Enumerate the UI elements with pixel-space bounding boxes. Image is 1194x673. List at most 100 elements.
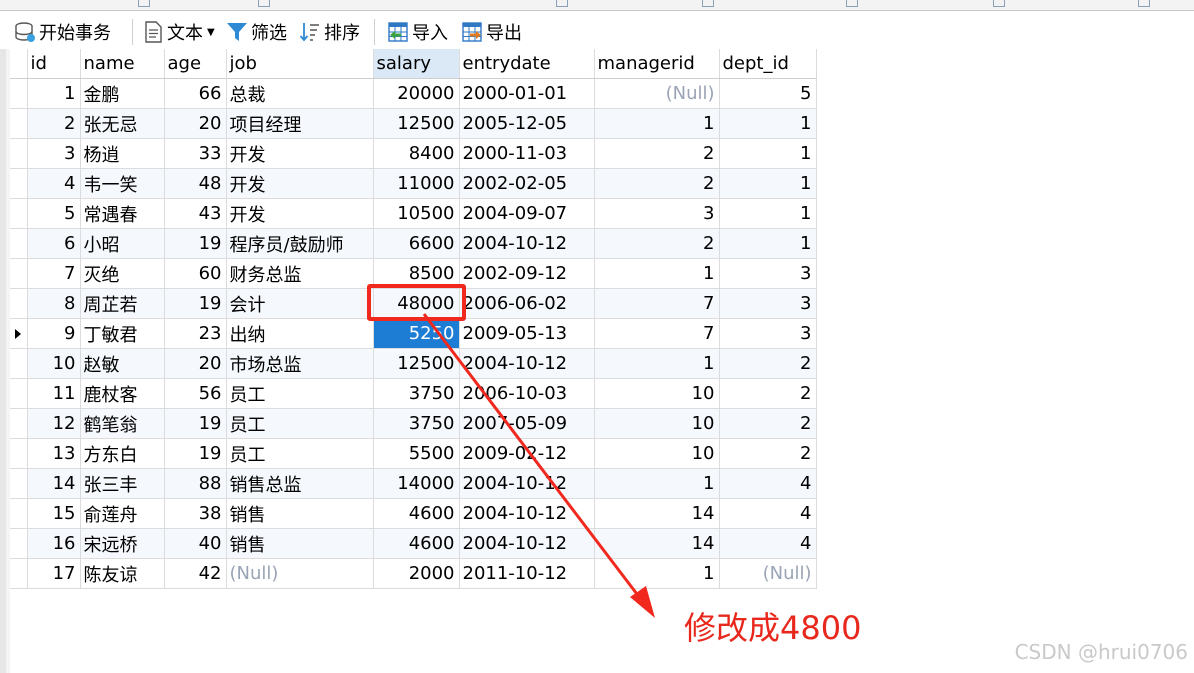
cell-age[interactable]: 66 <box>164 78 227 109</box>
table-row[interactable]: 4 韦一笑 48 开发 11000 2002-02-05 2 1 <box>10 168 817 199</box>
cell-entrydate[interactable]: 2000-11-03 <box>459 138 595 169</box>
column-header-salary[interactable]: salary <box>373 49 460 79</box>
cell-entrydate[interactable]: 2005-12-05 <box>459 108 595 139</box>
cell-age[interactable]: 19 <box>164 438 227 469</box>
cell-job[interactable]: 销售 <box>226 498 374 529</box>
cell-id[interactable]: 16 <box>27 528 81 559</box>
cell-salary[interactable]: 8400 <box>373 138 460 169</box>
cell-id[interactable]: 9 <box>27 318 81 349</box>
cell-entrydate[interactable]: 2000-01-01 <box>459 78 595 109</box>
cell-job[interactable]: 销售总监 <box>226 468 374 499</box>
cell-job[interactable]: 会计 <box>226 288 374 319</box>
cell-managerid[interactable]: 1 <box>594 348 720 379</box>
cell-salary[interactable]: 12500 <box>373 108 460 139</box>
cell-id[interactable]: 10 <box>27 348 81 379</box>
cell-salary[interactable]: 5250 <box>373 318 460 349</box>
cell-age[interactable]: 19 <box>164 228 227 259</box>
cell-id[interactable]: 8 <box>27 288 81 319</box>
row-indicator[interactable] <box>10 468 28 499</box>
row-indicator[interactable] <box>10 198 28 229</box>
cell-age[interactable]: 40 <box>164 528 227 559</box>
cell-id[interactable]: 14 <box>27 468 81 499</box>
cell-age[interactable]: 19 <box>164 408 227 439</box>
table-row[interactable]: 15 俞莲舟 38 销售 4600 2004-10-12 14 4 <box>10 498 817 529</box>
cell-id[interactable]: 1 <box>27 78 81 109</box>
row-indicator[interactable] <box>10 438 28 469</box>
cell-entrydate[interactable]: 2009-05-13 <box>459 318 595 349</box>
cell-salary[interactable]: 2000 <box>373 558 460 589</box>
export-button[interactable]: 导出 <box>461 19 522 45</box>
cell-id[interactable]: 2 <box>27 108 81 139</box>
cell-id[interactable]: 13 <box>27 438 81 469</box>
cell-entrydate[interactable]: 2011-10-12 <box>459 558 595 589</box>
cell-managerid[interactable]: 10 <box>594 438 720 469</box>
cell-dept-id[interactable]: 4 <box>719 468 817 499</box>
cell-dept-id[interactable]: 2 <box>719 378 817 409</box>
cell-salary[interactable]: 10500 <box>373 198 460 229</box>
table-row[interactable]: 17 陈友谅 42 (Null) 2000 2011-10-12 1 (Null) <box>10 558 817 589</box>
cell-name[interactable]: 俞莲舟 <box>80 498 165 529</box>
cell-salary[interactable]: 11000 <box>373 168 460 199</box>
cell-dept-id[interactable]: 4 <box>719 528 817 559</box>
cell-managerid[interactable]: 1 <box>594 258 720 289</box>
cell-job[interactable]: 程序员/鼓励师 <box>226 228 374 259</box>
table-row[interactable]: 16 宋远桥 40 销售 4600 2004-10-12 14 4 <box>10 528 817 559</box>
cell-managerid[interactable]: 7 <box>594 318 720 349</box>
cell-job[interactable]: 项目经理 <box>226 108 374 139</box>
cell-name[interactable]: 灭绝 <box>80 258 165 289</box>
cell-job[interactable]: 员工 <box>226 378 374 409</box>
cell-job[interactable]: 开发 <box>226 138 374 169</box>
cell-entrydate[interactable]: 2002-02-05 <box>459 168 595 199</box>
cell-age[interactable]: 20 <box>164 348 227 379</box>
column-header-entrydate[interactable]: entrydate <box>459 49 595 79</box>
cell-entrydate[interactable]: 2004-10-12 <box>459 528 595 559</box>
cell-dept-id[interactable]: (Null) <box>719 558 817 589</box>
cell-name[interactable]: 金鹏 <box>80 78 165 109</box>
cell-salary[interactable]: 4600 <box>373 498 460 529</box>
cell-name[interactable]: 张三丰 <box>80 468 165 499</box>
cell-id[interactable]: 11 <box>27 378 81 409</box>
row-indicator[interactable] <box>10 408 28 439</box>
cell-dept-id[interactable]: 4 <box>719 498 817 529</box>
cell-name[interactable]: 韦一笑 <box>80 168 165 199</box>
cell-job[interactable]: 员工 <box>226 408 374 439</box>
cell-managerid[interactable]: 7 <box>594 288 720 319</box>
cell-salary[interactable]: 5500 <box>373 438 460 469</box>
cell-dept-id[interactable]: 2 <box>719 438 817 469</box>
cell-name[interactable]: 杨逍 <box>80 138 165 169</box>
cell-name[interactable]: 鹿杖客 <box>80 378 165 409</box>
cell-managerid[interactable]: 2 <box>594 168 720 199</box>
cell-age[interactable]: 88 <box>164 468 227 499</box>
cell-entrydate[interactable]: 2009-02-12 <box>459 438 595 469</box>
cell-age[interactable]: 33 <box>164 138 227 169</box>
row-indicator[interactable] <box>10 138 28 169</box>
cell-age[interactable]: 42 <box>164 558 227 589</box>
cell-age[interactable]: 38 <box>164 498 227 529</box>
cell-managerid[interactable]: 14 <box>594 498 720 529</box>
cell-age[interactable]: 60 <box>164 258 227 289</box>
cell-dept-id[interactable]: 3 <box>719 288 817 319</box>
cell-id[interactable]: 12 <box>27 408 81 439</box>
cell-id[interactable]: 3 <box>27 138 81 169</box>
cell-job[interactable]: 开发 <box>226 168 374 199</box>
cell-entrydate[interactable]: 2006-10-03 <box>459 378 595 409</box>
cell-managerid[interactable]: 1 <box>594 558 720 589</box>
row-indicator[interactable] <box>10 498 28 529</box>
cell-job[interactable]: (Null) <box>226 558 374 589</box>
row-indicator[interactable] <box>10 108 28 139</box>
row-indicator[interactable] <box>10 288 28 319</box>
cell-dept-id[interactable]: 3 <box>719 258 817 289</box>
cell-job[interactable]: 财务总监 <box>226 258 374 289</box>
cell-name[interactable]: 丁敏君 <box>80 318 165 349</box>
cell-age[interactable]: 23 <box>164 318 227 349</box>
cell-salary[interactable]: 20000 <box>373 78 460 109</box>
column-header-age[interactable]: age <box>164 49 227 79</box>
begin-transaction-button[interactable]: 开始事务 <box>14 19 111 45</box>
cell-job[interactable]: 销售 <box>226 528 374 559</box>
cell-dept-id[interactable]: 3 <box>719 318 817 349</box>
cell-age[interactable]: 56 <box>164 378 227 409</box>
row-indicator[interactable] <box>10 348 28 379</box>
import-button[interactable]: 导入 <box>387 19 448 45</box>
cell-managerid[interactable]: 1 <box>594 468 720 499</box>
cell-dept-id[interactable]: 1 <box>719 138 817 169</box>
